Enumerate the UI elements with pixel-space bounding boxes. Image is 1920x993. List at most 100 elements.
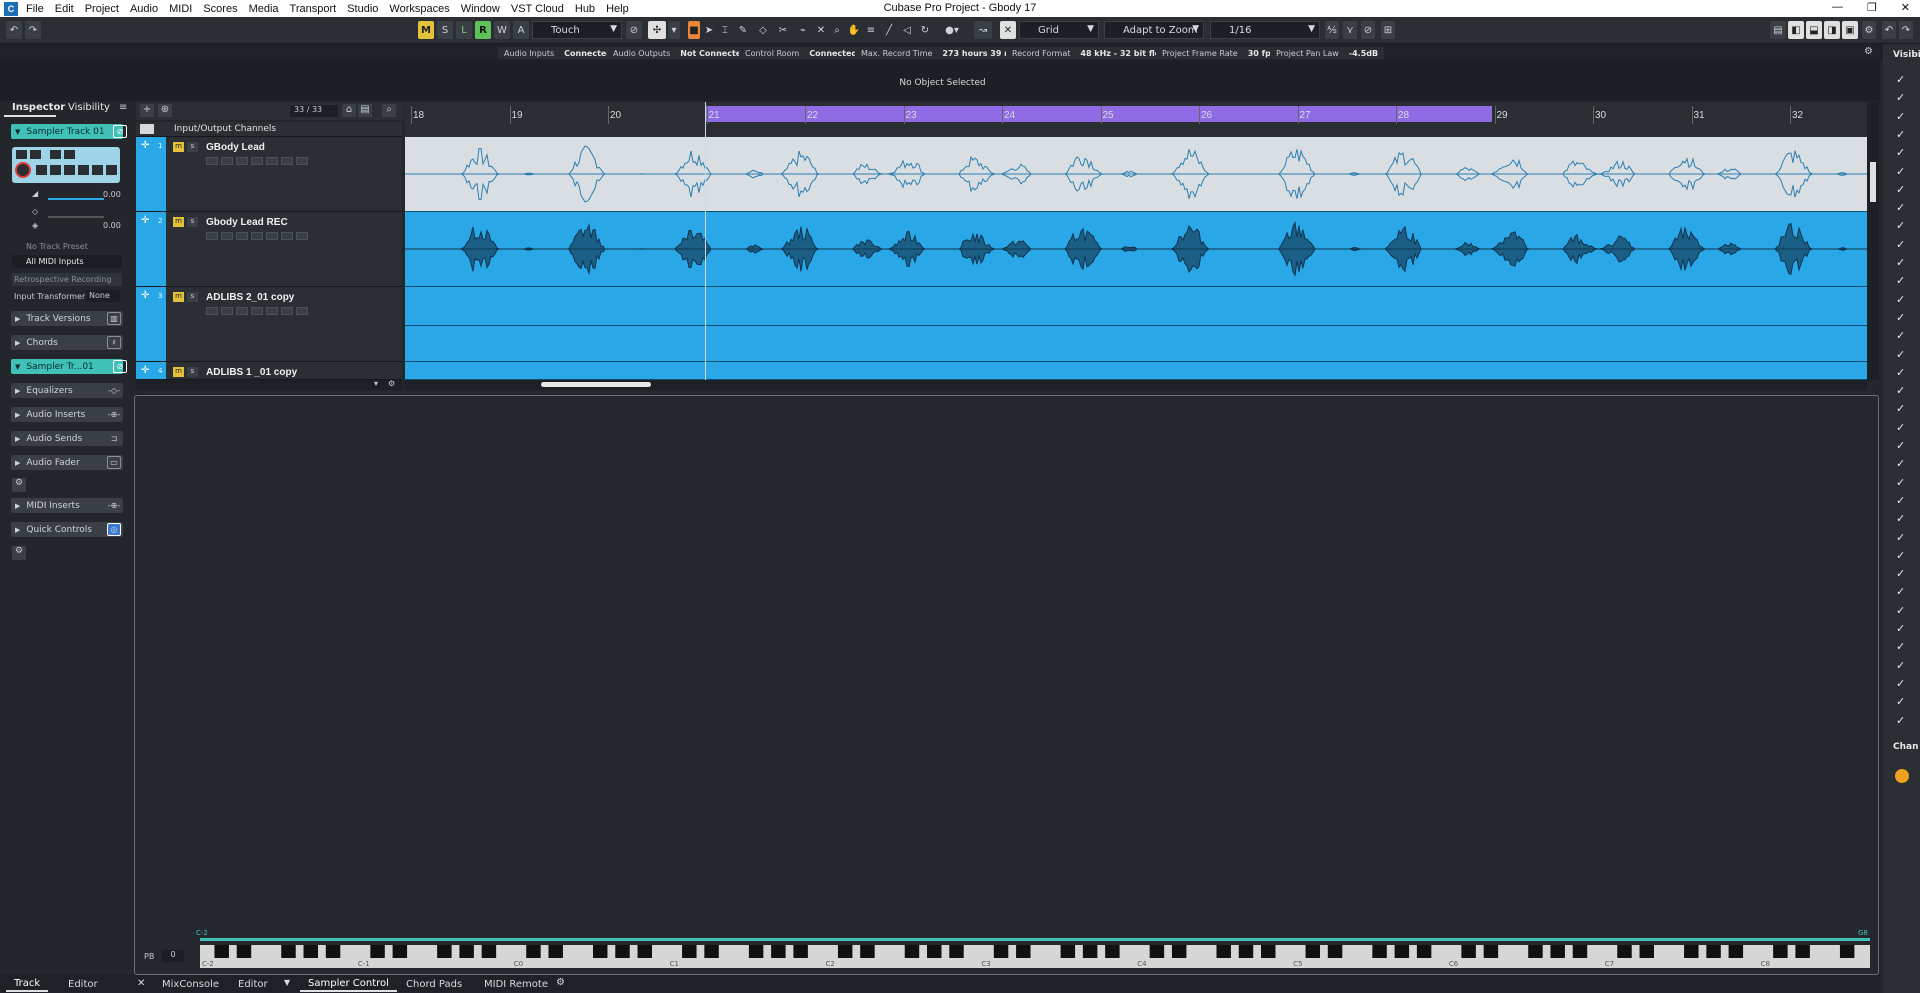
visibility-checkbox[interactable]: ✓ — [1896, 311, 1905, 324]
gear-icon[interactable]: ⚙ — [12, 546, 26, 560]
visibility-checkbox[interactable]: ✓ — [1896, 219, 1905, 232]
gear-icon[interactable]: ⚙ — [388, 379, 395, 388]
line-tool-icon[interactable]: ╱ — [882, 21, 896, 39]
visibility-checkbox[interactable]: ✓ — [1896, 146, 1905, 159]
timebase-icon[interactable] — [236, 157, 248, 165]
undo-icon[interactable]: ↶ — [1882, 21, 1896, 39]
menu-hub[interactable]: Hub — [575, 3, 595, 15]
layout-window-icon[interactable]: ▣ — [1842, 21, 1858, 39]
track-row[interactable]: ✛ 4 m s ADLIBS 1 _01 copy — [136, 362, 402, 380]
visibility-checkbox[interactable]: ✓ — [1896, 366, 1905, 379]
edit-instrument-icon[interactable]: ⊘ — [113, 125, 127, 138]
menu-file[interactable]: File — [26, 3, 44, 15]
tab-sampler-control[interactable]: Sampler Control — [300, 977, 397, 992]
zoom-tool-icon[interactable]: ⌕ — [830, 21, 844, 39]
tab-mixconsole[interactable]: MixConsole — [154, 977, 227, 992]
visibility-checkbox[interactable]: ✓ — [1896, 640, 1905, 653]
speaker-tool-icon[interactable]: ◁ — [900, 21, 914, 39]
record-button[interactable] — [206, 232, 218, 240]
menu-edit[interactable]: Edit — [55, 3, 74, 15]
section-sampler-track[interactable]: ▼ Sampler Tr...01 ⊘ — [11, 359, 127, 374]
gear-icon[interactable]: ⚙ — [556, 977, 565, 988]
iterative-quantize-icon[interactable]: ⋎ — [1343, 21, 1357, 39]
status-control-room[interactable]: Control Room Connected — [739, 47, 864, 59]
visibility-checkbox[interactable]: ✓ — [1896, 622, 1905, 635]
visibility-checkbox[interactable]: ✓ — [1896, 659, 1905, 672]
visibility-checkbox[interactable]: ✓ — [1896, 439, 1905, 452]
pointer-tool-icon[interactable]: ➤ — [702, 21, 716, 39]
monitor-button[interactable] — [221, 307, 233, 315]
input-transformer-select[interactable]: None — [86, 290, 120, 302]
write-button[interactable] — [281, 157, 293, 165]
menu-help[interactable]: Help — [606, 3, 629, 15]
constrain-delay-icon[interactable]: ✣ — [648, 21, 666, 39]
scrollbar-thumb[interactable] — [541, 382, 651, 387]
visibility-checkbox[interactable]: ✓ — [1896, 604, 1905, 617]
visibility-checkbox[interactable]: ✓ — [1896, 677, 1905, 690]
audio-event-lane[interactable] — [405, 362, 1867, 380]
piano-keyboard[interactable] — [200, 945, 1870, 968]
gear-icon[interactable]: ⚙ — [1862, 21, 1876, 39]
track-row[interactable]: ✛ 2 m s Gbody Lead REC — [136, 212, 402, 287]
solo-button[interactable]: s — [187, 292, 198, 302]
visibility-checkbox[interactable]: ✓ — [1896, 73, 1905, 86]
read-button[interactable] — [266, 232, 278, 240]
tab-chord-pads[interactable]: Chord Pads — [398, 977, 470, 992]
visibility-checkbox[interactable]: ✓ — [1896, 293, 1905, 306]
automation-panel-icon[interactable]: ⊘ — [626, 21, 642, 39]
record-button[interactable] — [206, 157, 218, 165]
monitor-button[interactable] — [221, 157, 233, 165]
edit-icon[interactable] — [296, 232, 308, 240]
solo-button[interactable]: s — [187, 142, 198, 152]
range-tool-icon[interactable]: ⌶ — [718, 21, 732, 39]
chevron-down-icon[interactable]: ▼ — [284, 978, 290, 987]
visibility-checkbox[interactable]: ✓ — [1896, 238, 1905, 251]
mute-button[interactable] — [16, 150, 27, 159]
glue-tool-icon[interactable]: ⌁ — [796, 21, 810, 39]
automation-a-button[interactable]: A — [513, 21, 529, 39]
timebase-icon[interactable] — [236, 232, 248, 240]
snap-type-select[interactable]: Grid ▼ — [1019, 21, 1099, 39]
list-icon[interactable]: ▤ — [358, 104, 372, 117]
audio-event-lane[interactable] — [405, 137, 1867, 212]
midi-input-select[interactable]: All MIDI Inputs — [12, 255, 122, 268]
section-track-versions[interactable]: ▶ Track Versions ▥ — [11, 311, 123, 326]
visibility-checkbox[interactable]: ✓ — [1896, 512, 1905, 525]
lock-icon[interactable] — [251, 157, 263, 165]
snap-toggle-icon[interactable]: ✕ — [1000, 21, 1016, 39]
pitchbend-value[interactable]: 0 — [162, 950, 184, 962]
chevron-down-icon[interactable]: ▾ — [668, 21, 680, 39]
orange-indicator-icon[interactable] — [1895, 769, 1909, 783]
section-chords[interactable]: ▶ Chords ♯ — [11, 335, 123, 350]
visibility-checkbox[interactable]: ✓ — [1896, 110, 1905, 123]
visibility-checkbox[interactable]: ✓ — [1896, 531, 1905, 544]
visibility-checkbox[interactable]: ✓ — [1896, 128, 1905, 141]
edit-icon[interactable] — [296, 157, 308, 165]
visibility-checkbox[interactable]: ✓ — [1896, 402, 1905, 415]
hand-tool-icon[interactable]: ✋ — [847, 21, 861, 39]
read-button[interactable] — [266, 307, 278, 315]
retrospective-record-select[interactable]: Retrospective Recording — [12, 273, 122, 286]
volume-fader[interactable] — [48, 198, 104, 200]
automation-mode-select[interactable]: Touch ▼ — [532, 21, 622, 39]
visibility-checkbox[interactable]: ✓ — [1896, 183, 1905, 196]
quantize-select[interactable]: 1/16 ▼ — [1210, 21, 1320, 39]
listen-button[interactable]: L — [456, 21, 472, 39]
tab-visibility[interactable]: Visibility — [68, 102, 110, 116]
mute-all-button[interactable]: M — [418, 21, 434, 39]
menu-midi[interactable]: MIDI — [169, 3, 192, 15]
visibility-checkbox[interactable]: ✓ — [1896, 549, 1905, 562]
write-automation-button[interactable]: W — [494, 21, 510, 39]
menu-transport[interactable]: Transport — [290, 3, 337, 15]
write-button[interactable] — [281, 307, 293, 315]
maximize-button[interactable]: ❐ — [1867, 1, 1877, 14]
add-track-icon[interactable]: + — [140, 104, 154, 117]
visibility-checkbox[interactable]: ✓ — [1896, 695, 1905, 708]
menu-vst-cloud[interactable]: VST Cloud — [511, 3, 564, 15]
split-tool-icon[interactable]: ✂ — [776, 21, 790, 39]
draw-tool-icon[interactable]: ✎ — [736, 21, 750, 39]
visibility-checkbox[interactable]: ✓ — [1896, 585, 1905, 598]
vertical-scrollbar[interactable] — [1867, 102, 1879, 380]
visibility-checkbox[interactable]: ✓ — [1896, 348, 1905, 361]
track-row[interactable]: ✛ 1 m s GBody Lead — [136, 137, 402, 212]
